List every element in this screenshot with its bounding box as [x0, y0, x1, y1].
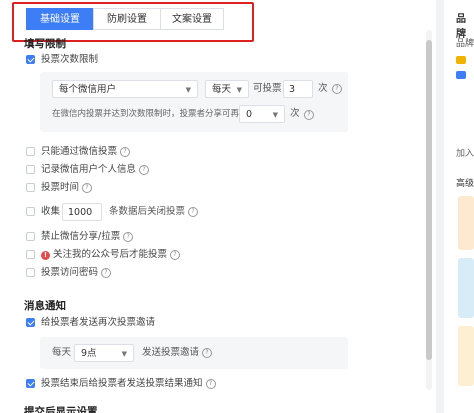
help-icon[interactable]: ?	[139, 165, 150, 175]
crown-icon	[456, 56, 466, 64]
vote-limit-checkbox[interactable]	[26, 54, 35, 64]
option-vote-time[interactable]: 投票时间?	[26, 181, 93, 195]
option-follow-account[interactable]: ! 关注我的公众号后才能投票?	[26, 248, 181, 262]
notify-result-label: 投票结束后给投票者发送投票结果通知	[41, 378, 203, 389]
period-select-value: 每天	[212, 84, 232, 95]
template-card[interactable]	[458, 326, 474, 386]
section-title-submit-display: 提交后显示设置	[24, 406, 98, 413]
vote-count-unit: 次	[318, 83, 328, 94]
option-label: 只能通过微信投票	[41, 146, 118, 157]
option-password[interactable]: 投票访问密码?	[26, 266, 112, 280]
help-icon[interactable]: ?	[170, 250, 181, 260]
share-count-value: 0	[246, 109, 253, 120]
checkbox[interactable]	[26, 267, 35, 277]
template-card[interactable]	[458, 258, 474, 318]
checkbox[interactable]	[26, 206, 35, 216]
checkbox[interactable]	[26, 146, 35, 156]
section-title-fill-limit: 填写限制	[24, 38, 66, 50]
collect-suffix-text: 条数据后关闭投票	[109, 206, 186, 217]
option-label: 关注我的公众号后才能投票	[53, 249, 168, 260]
scrollbar[interactable]	[426, 30, 432, 390]
collect-suffix: 条数据后关闭投票?	[109, 203, 199, 221]
option-wechat-only[interactable]: 只能通过微信投票?	[26, 145, 131, 159]
user-type-select[interactable]: 每个微信用户 ▼	[52, 80, 198, 98]
option-label: 禁止微信分享/拉票	[41, 231, 121, 242]
chevron-down-icon: ▼	[185, 86, 191, 94]
notify-send-text: 发送投票邀请	[142, 347, 200, 358]
notify-result-checkbox[interactable]	[26, 378, 35, 388]
sidebar-label-join: 加入	[456, 149, 474, 159]
notify-remind-label: 给投票者发送再次投票邀请	[41, 317, 156, 328]
option-no-share[interactable]: 禁止微信分享/拉票?	[26, 230, 134, 244]
notify-result-row[interactable]: 投票结束后给投票者发送投票结果通知?	[26, 377, 216, 391]
option-label: 投票访问密码	[41, 267, 99, 278]
share-extra-label: 在微信内投票并达到次数限制时，投票者分享可再投	[52, 109, 248, 119]
right-sidebar: 品牌 品牌 加入 高级	[444, 0, 474, 413]
option-record-info[interactable]: 记录微信用户个人信息?	[26, 163, 150, 177]
notify-time-value: 9点	[81, 348, 97, 359]
help-icon[interactable]: ?	[188, 206, 199, 217]
help-icon[interactable]: ?	[120, 147, 131, 157]
sidebar-label-brand: 品牌	[456, 39, 474, 49]
template-card[interactable]	[458, 196, 474, 250]
share-count-select[interactable]: 0 ▼	[239, 105, 285, 123]
share-count-unit: 次	[290, 108, 300, 119]
option-collect[interactable]: 收集	[26, 205, 60, 219]
tab-copy-settings[interactable]: 文案设置	[160, 8, 224, 30]
notify-time-select[interactable]: 9点 ▼	[74, 344, 134, 362]
chevron-down-icon: ▼	[121, 350, 127, 358]
notify-settings-box: 每天 9点 ▼ 发送投票邀请?	[40, 337, 348, 369]
vote-limit-settings-box: 每个微信用户 ▼ 每天 ▼ 可投票 3 次 ? 在微信内投票并达到次数限制时，投…	[40, 72, 348, 132]
notify-remind-checkbox[interactable]	[26, 317, 35, 327]
tab-basic-settings[interactable]: 基础设置	[26, 8, 94, 30]
help-icon[interactable]: ?	[205, 379, 216, 389]
section-title-notify: 消息通知	[24, 300, 66, 312]
vote-count-label: 可投票	[253, 83, 282, 94]
vote-limit-label: 投票次数限制	[41, 54, 99, 65]
checkbox[interactable]	[26, 164, 35, 174]
period-select[interactable]: 每天 ▼	[205, 80, 249, 98]
warning-icon: !	[41, 250, 50, 260]
notify-send-label: 发送投票邀请?	[142, 344, 213, 362]
chevron-down-icon: ▼	[236, 86, 242, 94]
help-icon[interactable]: ?	[202, 347, 213, 358]
collect-count-input[interactable]: 1000	[62, 203, 102, 221]
vote-count-input[interactable]: 3	[283, 80, 313, 98]
user-type-select-value: 每个微信用户	[59, 84, 117, 95]
notify-period-label: 每天	[52, 347, 72, 358]
settings-panel: 基础设置 防刷设置 文案设置 填写限制 投票次数限制 每个微信用户 ▼ 每天 ▼…	[0, 0, 436, 413]
option-label: 投票时间	[41, 182, 80, 193]
help-icon[interactable]: ?	[304, 110, 314, 120]
option-label: 收集	[41, 206, 61, 217]
chevron-down-icon: ▼	[272, 111, 278, 119]
checkbox[interactable]	[26, 182, 35, 192]
checkbox[interactable]	[26, 231, 35, 241]
feature-icon	[456, 71, 466, 79]
tab-anti-brush-settings[interactable]: 防刷设置	[93, 8, 161, 30]
notify-remind-row[interactable]: 给投票者发送再次投票邀请	[26, 316, 155, 330]
sidebar-label-advanced: 高级	[456, 179, 474, 189]
vote-limit-checkbox-row[interactable]: 投票次数限制	[26, 53, 98, 67]
scrollbar-thumb[interactable]	[426, 40, 432, 360]
help-icon[interactable]: ?	[101, 268, 112, 278]
option-label: 记录微信用户个人信息	[41, 164, 137, 175]
help-icon[interactable]: ?	[82, 183, 93, 193]
help-icon[interactable]: ?	[123, 232, 134, 242]
checkbox[interactable]	[26, 249, 35, 259]
help-icon[interactable]: ?	[332, 84, 342, 94]
